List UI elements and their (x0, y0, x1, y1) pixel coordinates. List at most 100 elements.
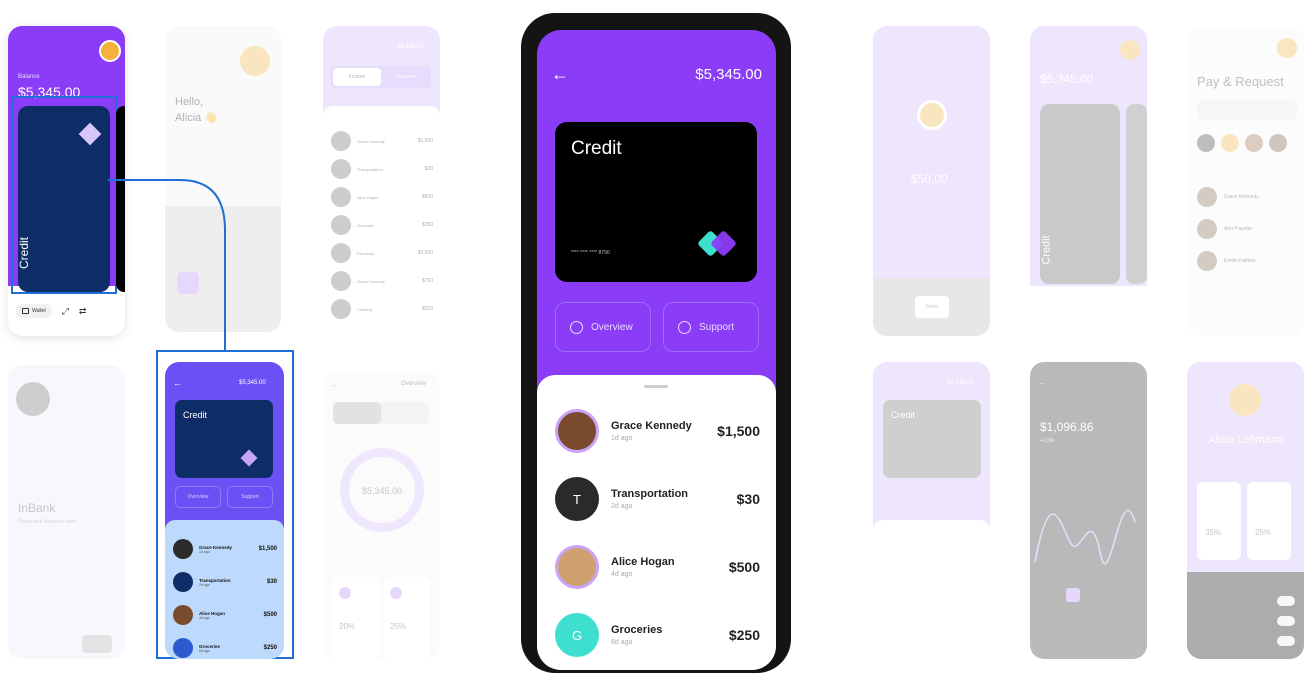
support-button[interactable]: Support (663, 302, 759, 352)
phone-screen: ← $5,345.00 Credit **** **** **** 8790 O… (537, 30, 776, 670)
overview-button[interactable]: Overview (175, 486, 221, 508)
item-amount: $323 (421, 306, 433, 312)
hello-text: Hello, (175, 96, 204, 108)
period-selector[interactable] (1066, 588, 1080, 602)
transaction-row[interactable]: T Transportation 2d ago $30 (555, 473, 760, 525)
transaction-time: 2d ago (199, 582, 210, 587)
back-icon[interactable]: ← (173, 378, 182, 388)
list (873, 520, 990, 659)
contact-item[interactable]: Alex Payette (1197, 216, 1297, 242)
credit-card[interactable]: Credit (1040, 104, 1120, 284)
card-label: Credit (17, 236, 32, 270)
item-amount: $1,500 (417, 138, 433, 144)
tab-income[interactable]: Income (333, 68, 381, 86)
item-name: Groceries (357, 222, 375, 228)
avatar (1229, 384, 1261, 416)
quick-contacts (1197, 134, 1287, 152)
list-item[interactable]: Transportation $30 (331, 158, 433, 180)
pie-chart-icon (570, 320, 583, 334)
transaction-name: Grace Kennedy (611, 420, 692, 432)
transaction-info: Alice Hogan 4d ago (611, 556, 729, 578)
avatar (173, 572, 193, 592)
search-input[interactable] (1197, 100, 1297, 120)
toggle[interactable] (1277, 596, 1295, 606)
contact-item[interactable]: Emilio Fabrizo (1197, 248, 1297, 274)
list-item[interactable]: Groceries $250 (331, 214, 433, 236)
item-name: Grace Kennedy (357, 278, 385, 284)
pay-request-screen: Pay & Request Grace Kennedy Alex Payette E… (1187, 26, 1304, 336)
list-item[interactable]: Grace Kennedy $750 (331, 270, 433, 292)
item-name: Electricity (357, 250, 375, 256)
toggle[interactable] (1277, 616, 1295, 626)
second-card (1126, 104, 1147, 284)
tab-income[interactable] (333, 402, 381, 424)
tab-outcome[interactable]: Outcome (381, 68, 429, 86)
item-name: Clothing (357, 306, 372, 312)
item-amount: $250 (421, 222, 433, 228)
overview-label: Overview (591, 321, 633, 333)
avatar (331, 299, 351, 319)
balance-amount: $5,345.00 (1040, 72, 1094, 86)
done-button[interactable]: Done (915, 296, 949, 318)
avatar: T (555, 477, 599, 521)
transaction-time: 4d ago (199, 615, 210, 620)
avatar (240, 46, 270, 76)
credit-card[interactable]: Credit (17, 106, 110, 292)
chart-screen: ← $1,096.86 +1.5% (1030, 362, 1147, 659)
brand-name: InBank (18, 501, 56, 515)
credit-card[interactable]: Credit (883, 400, 981, 478)
transfer-icon[interactable]: ⤢ (62, 306, 69, 317)
avatar[interactable] (99, 40, 121, 62)
credit-card[interactable]: Credit (175, 400, 273, 478)
transaction-amount: $250 (728, 627, 760, 643)
avatar (1120, 40, 1140, 60)
page-title: Pay & Request (1197, 74, 1284, 89)
transaction-row[interactable]: Alice Hogan 4d ago $500 (555, 541, 760, 593)
connector-line (108, 179, 226, 350)
item-amount: $500 (421, 194, 433, 200)
avatar[interactable] (1221, 134, 1239, 152)
brand-sub: Personal & business bank (18, 519, 76, 525)
overview-title: Overview (401, 381, 427, 387)
credit-card[interactable]: Credit **** **** **** 8790 (555, 122, 757, 282)
avatar[interactable] (1245, 134, 1263, 152)
tab-wallet-label: Wallet (32, 308, 46, 314)
donut-value: $5,345.00 (361, 486, 403, 496)
overview-button[interactable]: Overview (555, 302, 651, 352)
transaction-row[interactable]: Transportation 2d ago $30 (173, 571, 277, 593)
transaction-row[interactable]: Groceries 6d ago $250 (173, 637, 277, 659)
list-item[interactable]: Electricity $3,000 (331, 242, 433, 264)
avatar (1197, 251, 1217, 271)
transaction-row[interactable]: Alice Hogan 4d ago $500 (173, 604, 277, 626)
list-item[interactable]: Clothing $323 (331, 298, 433, 320)
toggle[interactable] (1277, 636, 1295, 646)
transaction-row[interactable]: G Groceries 6d ago $250 (555, 609, 760, 661)
transaction-row[interactable]: Grace Kennedy 1d ago $1,500 (173, 538, 277, 560)
done-label: Done (926, 304, 938, 310)
transaction-row[interactable]: Grace Kennedy 1d ago $1,500 (555, 405, 760, 457)
back-icon[interactable]: ← (1038, 378, 1046, 387)
avatar: G (555, 613, 599, 657)
contact-name: Emilio Fabrizo (1224, 258, 1256, 264)
avatar[interactable] (1269, 134, 1287, 152)
exchange-icon[interactable]: ⇄ (79, 306, 87, 317)
list-item[interactable]: Grace Kennedy $1,500 (331, 130, 433, 152)
transaction-amount: $30 (736, 491, 760, 507)
back-icon[interactable]: ← (331, 380, 339, 389)
transactions-sheet: Grace Kennedy 1d ago $1,500 Transportation 2… (165, 520, 284, 659)
header (873, 26, 990, 278)
avatar (555, 409, 599, 453)
back-icon[interactable]: ← (551, 64, 569, 85)
contact-item[interactable]: Grace Kennedy (1197, 184, 1297, 210)
tab-wallet[interactable]: Wallet (16, 304, 52, 318)
next-button[interactable] (82, 635, 112, 653)
list-item[interactable]: Alice Hogan $500 (331, 186, 433, 208)
user-name: Alicia 👋 (175, 112, 219, 124)
card-logo-icon (78, 122, 102, 146)
avatar (1277, 38, 1297, 58)
card-logo-icon (697, 230, 737, 258)
support-button[interactable]: Support (227, 486, 273, 508)
avatar (331, 243, 351, 263)
sheet-handle[interactable] (644, 385, 668, 388)
add-contact-icon[interactable] (1197, 134, 1215, 152)
